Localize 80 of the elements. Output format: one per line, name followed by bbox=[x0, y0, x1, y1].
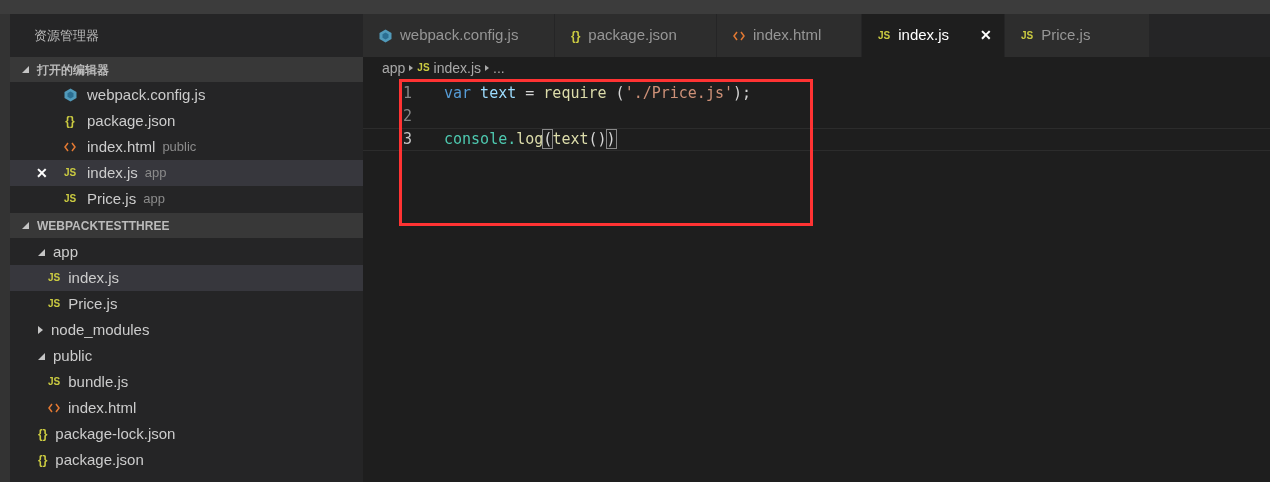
braces-icon: {} bbox=[38, 428, 48, 440]
js-file-icon: JS bbox=[63, 194, 77, 204]
js-file-icon: JS bbox=[48, 273, 61, 283]
expanded-triangle-icon[interactable] bbox=[22, 66, 29, 73]
file-row[interactable]: JS index.js bbox=[10, 265, 363, 291]
js-file-icon: JS bbox=[417, 63, 430, 73]
file-name: Price.js bbox=[68, 293, 118, 314]
line-number: 2 bbox=[402, 106, 414, 128]
file-row[interactable]: JS bundle.js bbox=[10, 369, 363, 395]
braces-icon: {} bbox=[65, 115, 75, 127]
editor-tab[interactable]: JS index.js ✕ bbox=[862, 14, 1005, 57]
open-editor-row[interactable]: JS Price.js app bbox=[10, 186, 363, 212]
folder-row[interactable]: public bbox=[10, 343, 363, 369]
section-header[interactable]: WEBPACKTESTTHREE bbox=[10, 213, 363, 238]
expanded-triangle-icon[interactable] bbox=[22, 222, 29, 229]
file-name: package.json bbox=[55, 449, 144, 470]
file-name: app bbox=[53, 241, 79, 262]
section-title: WEBPACKTESTTHREE bbox=[37, 217, 170, 235]
open-editor-row[interactable]: webpack.config.js bbox=[10, 82, 363, 108]
braces-icon: {} bbox=[571, 29, 581, 42]
file-name: index.html bbox=[68, 397, 137, 418]
expanded-triangle-icon[interactable] bbox=[38, 248, 45, 256]
tab-label: index.js bbox=[898, 25, 950, 46]
code-line: var text = require ('./Price.js'); bbox=[443, 83, 752, 105]
editor-tab[interactable]: webpack.config.js bbox=[363, 14, 555, 57]
angle-brackets-icon bbox=[48, 403, 60, 413]
folder-hint: app bbox=[144, 164, 167, 183]
folder-hint: app bbox=[143, 190, 165, 209]
open-editor-row[interactable]: {} package.json bbox=[10, 108, 363, 134]
file-name: bundle.js bbox=[68, 371, 129, 392]
chevron-icon bbox=[485, 65, 490, 71]
close-icon[interactable]: ✕ bbox=[980, 25, 992, 46]
expanded-triangle-icon[interactable] bbox=[38, 352, 45, 360]
file-name: node_modules bbox=[51, 319, 150, 340]
file-name: Price.js bbox=[87, 188, 137, 209]
angle-brackets-icon bbox=[733, 30, 745, 41]
file-name: public bbox=[53, 345, 93, 366]
file-name: webpack.config.js bbox=[87, 84, 206, 105]
open-editor-row[interactable]: ✕ JS index.js app bbox=[10, 160, 363, 186]
chevron-icon bbox=[409, 65, 414, 71]
file-name: index.js bbox=[87, 162, 138, 183]
cube-icon bbox=[63, 88, 77, 102]
js-file-icon: JS bbox=[1021, 30, 1034, 41]
open-editor-row[interactable]: index.html public bbox=[10, 134, 363, 160]
collapsed-triangle-icon[interactable] bbox=[38, 326, 43, 334]
file-name: package-lock.json bbox=[55, 423, 176, 444]
file-row[interactable]: {} package-lock.json bbox=[10, 421, 363, 447]
close-icon[interactable]: ✕ bbox=[36, 162, 48, 184]
folder-row[interactable]: app bbox=[10, 239, 363, 265]
editor-tab[interactable]: index.html bbox=[717, 14, 862, 57]
cube-icon bbox=[379, 28, 392, 43]
braces-icon: {} bbox=[38, 454, 48, 466]
file-row[interactable]: {} package.json bbox=[10, 447, 363, 473]
breadcrumb-item[interactable]: ... bbox=[493, 57, 505, 79]
sidebar-title: 资源管理器 bbox=[34, 26, 99, 45]
js-file-icon: JS bbox=[48, 299, 61, 309]
folder-hint: public bbox=[162, 138, 197, 157]
tab-label: Price.js bbox=[1041, 25, 1091, 46]
tab-label: webpack.config.js bbox=[400, 25, 519, 46]
folder-row[interactable]: node_modules bbox=[10, 317, 363, 343]
tab-label: package.json bbox=[588, 25, 677, 46]
section-title: 打开的编辑器 bbox=[37, 61, 109, 79]
editor-tab[interactable]: JS Price.js bbox=[1005, 14, 1150, 57]
file-row[interactable]: JS Price.js bbox=[10, 291, 363, 317]
tab-label: index.html bbox=[753, 25, 822, 46]
file-name: package.json bbox=[87, 110, 176, 131]
code-line: console.log(text()) bbox=[443, 129, 616, 151]
js-file-icon: JS bbox=[878, 30, 891, 41]
file-row[interactable]: index.html bbox=[10, 395, 363, 421]
breadcrumb-item[interactable]: app bbox=[382, 57, 406, 79]
editor-tab[interactable]: {} package.json bbox=[555, 14, 717, 57]
file-name: index.html bbox=[87, 136, 156, 157]
js-file-icon: JS bbox=[63, 168, 77, 178]
angle-brackets-icon bbox=[64, 142, 76, 152]
section-header[interactable]: 打开的编辑器 bbox=[10, 57, 363, 82]
breadcrumb-item[interactable]: index.js bbox=[433, 57, 482, 79]
line-number: 1 bbox=[402, 83, 414, 105]
line-number: 3 bbox=[402, 129, 414, 151]
file-name: index.js bbox=[68, 267, 120, 288]
js-file-icon: JS bbox=[48, 377, 61, 387]
